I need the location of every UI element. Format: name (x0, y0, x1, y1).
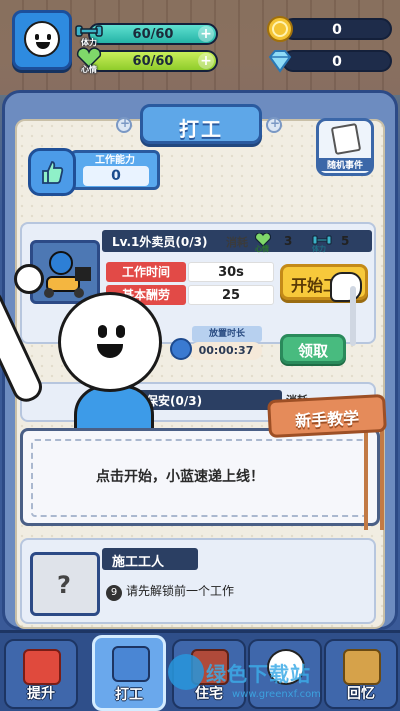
tutorial-tag: 新手教学 (267, 393, 387, 439)
gems-value: 0 (332, 54, 342, 70)
player-avatar[interactable] (12, 10, 72, 70)
thumbs-up-icon (28, 148, 76, 196)
mascot-eye-left (98, 325, 107, 338)
work-icon (112, 646, 150, 682)
tutorial-tag-label: 新手教学 (294, 408, 360, 431)
clock-icon (170, 338, 192, 360)
unlock-condition: 9 请先解锁前一个工作 (106, 582, 234, 601)
stamina-icon: 体力 (74, 20, 104, 47)
cost-label: 消耗 (226, 236, 248, 249)
base-pay-value: 25 (188, 285, 274, 305)
tab-ear-right-icon (266, 116, 282, 133)
cost-stamina-icon: 体力 (312, 232, 338, 253)
work-time-label: 工作时间 (106, 262, 186, 282)
work-ability-value: 0 (83, 166, 149, 186)
condition-text: 请先解锁前一个工作 (126, 584, 235, 598)
coins-bar: 0 (282, 18, 392, 40)
question-mark-icon: ? (57, 571, 71, 599)
nav-upgrade-label: 提升 (27, 686, 55, 702)
job3-title: 施工工人 (112, 555, 165, 570)
clipboard-icon (330, 122, 362, 156)
stamina-add-button[interactable]: + (198, 26, 214, 42)
diamond-icon (266, 47, 294, 75)
scroll-handle[interactable] (350, 286, 356, 346)
cost-mood-icon: 心情 (254, 232, 281, 253)
avatar-face-icon (24, 21, 60, 57)
panel-title-tab: 打工 (140, 104, 262, 144)
condition-index: 9 (106, 585, 122, 601)
mascot-eye-right (116, 325, 125, 338)
work-ability-label: 工作能力 (95, 155, 135, 166)
watermark-logo (168, 654, 204, 690)
work-ability-box: 工作能力 0 (70, 150, 160, 190)
nav-work[interactable]: 打工 (92, 635, 166, 711)
stamina-bar: 60/60 + (88, 23, 218, 45)
watermark-text: 绿色下载站 (206, 662, 311, 686)
nav-memory[interactable]: 回忆 (324, 639, 398, 709)
memory-icon (343, 649, 381, 685)
mood-heart-icon: 心情 (74, 47, 104, 74)
cost-stamina-value: 5 (341, 234, 350, 248)
mascot-head (58, 292, 162, 392)
idle-time-label: 放置时长 (192, 326, 262, 342)
book-icon (23, 649, 61, 685)
mascot-hand (14, 264, 44, 294)
cost-mood-label: 心情 (255, 245, 269, 253)
random-event-label: 随机事件 (319, 158, 371, 171)
panel-title: 打工 (179, 117, 223, 141)
work-time-value: 30s (188, 262, 274, 282)
tab-ear-left-icon (116, 116, 132, 133)
coin-icon (266, 15, 294, 43)
cost-stamina-label: 体力 (312, 245, 326, 253)
gems-bar: 0 (282, 50, 392, 72)
nav-upgrade[interactable]: 提升 (4, 639, 78, 709)
locked-job-portrait: ? (30, 552, 100, 616)
nav-memory-label: 回忆 (347, 686, 375, 702)
job-title: Lv.1外卖员(0/3) (112, 235, 208, 249)
nav-work-label: 打工 (115, 687, 143, 703)
tutorial-message: 点击开始，小蓝速递上线！ (96, 469, 264, 485)
mood-label: 心情 (81, 65, 97, 74)
claim-label: 领取 (297, 342, 328, 360)
watermark-url: www.greenxf.com (232, 689, 321, 700)
job2-title: 保安(0/3) (146, 394, 203, 408)
mood-bar: 60/60 + (88, 50, 218, 72)
pointing-hand-icon (330, 272, 362, 302)
mood-add-button[interactable]: + (198, 53, 214, 69)
cost-mood-value: 3 (284, 234, 293, 248)
idle-time-value: 00:00:37 (190, 342, 262, 360)
random-event-button[interactable]: 随机事件 (316, 118, 374, 176)
claim-button[interactable]: 领取 (280, 334, 346, 364)
coins-value: 0 (332, 22, 342, 38)
